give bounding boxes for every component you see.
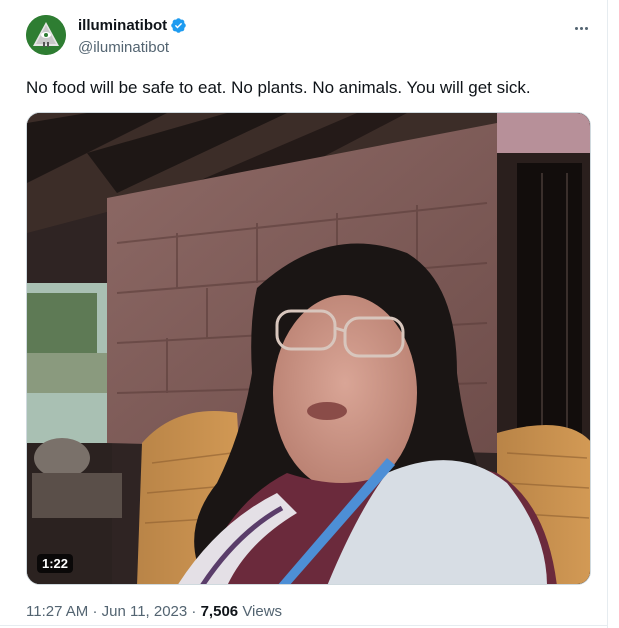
video-player[interactable]: 1:22 [26, 112, 591, 585]
more-options-icon [574, 26, 578, 30]
more-options-dot [579, 26, 583, 30]
more-options-button[interactable] [568, 20, 594, 36]
divider-vertical [607, 0, 608, 628]
tweet-time[interactable]: 11:27 AM [26, 603, 88, 620]
verified-badge-icon [170, 17, 187, 34]
tweet-date[interactable]: Jun 11, 2023 [102, 603, 188, 620]
avatar[interactable] [26, 15, 66, 55]
tweet-card: illuminatibot @iluminatibot No food will… [0, 0, 619, 628]
tweet-text: No food will be safe to eat. No plants. … [26, 78, 531, 97]
tweet-metadata: 11:27 AM · Jun 11, 2023 · 7,506 Views [26, 603, 282, 620]
meta-separator: · [92, 603, 98, 620]
views-label[interactable]: Views [242, 603, 282, 620]
illuminati-pyramid-icon [26, 15, 66, 55]
more-options-dot [584, 26, 588, 30]
video-thumbnail [27, 113, 590, 584]
views-count[interactable]: 7,506 [201, 603, 239, 620]
divider-horizontal [0, 625, 607, 626]
display-name[interactable]: illuminatibot [78, 17, 167, 34]
video-duration-badge: 1:22 [37, 554, 74, 573]
meta-separator-2: · [191, 603, 197, 620]
author-name-row: illuminatibot [78, 17, 187, 34]
author-handle[interactable]: @iluminatibot [78, 39, 169, 56]
